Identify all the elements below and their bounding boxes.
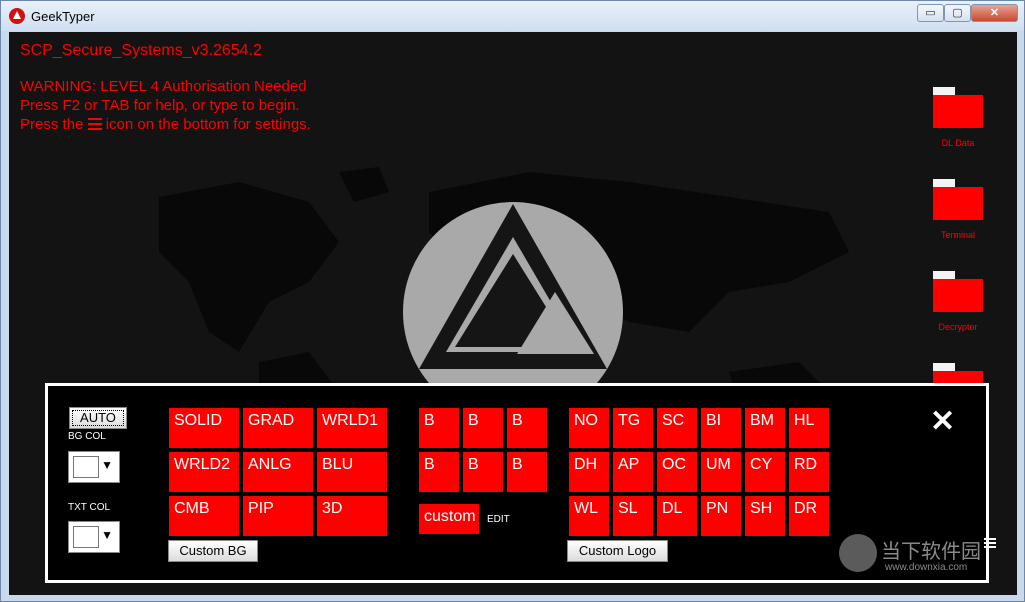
watermark-text: 当下软件园 <box>881 541 981 563</box>
custom-button[interactable]: custom <box>419 504 479 534</box>
bg-col-label: BG COL <box>68 431 106 442</box>
auto-button[interactable]: AUTO <box>69 407 127 429</box>
logo-hl-button[interactable]: HL <box>789 408 829 448</box>
bg-pip-button[interactable]: PIP <box>243 496 313 536</box>
logo-no-button[interactable]: NO <box>569 408 609 448</box>
bg-color-swatch <box>73 456 99 478</box>
settings-menu-icon[interactable] <box>984 538 996 548</box>
bg-cmb-button[interactable]: CMB <box>169 496 239 536</box>
maximize-button[interactable]: ▢ <box>944 4 971 22</box>
bg-wrld2-button[interactable]: WRLD2 <box>169 452 239 492</box>
folder-icon <box>933 363 955 371</box>
folder-body <box>933 279 983 312</box>
logo-ap-button[interactable]: AP <box>613 452 653 492</box>
logo-sl-button[interactable]: SL <box>613 496 653 536</box>
b-button-5[interactable]: B <box>463 452 503 492</box>
app-window: GeekTyper ▭ ▢ ✕ SCP_Secure_Systems_v3.26… <box>0 0 1025 602</box>
logo-dh-button[interactable]: DH <box>569 452 609 492</box>
text-color-swatch <box>73 526 99 548</box>
close-panel-icon[interactable]: ✕ <box>930 404 955 439</box>
bg-anlg-button[interactable]: ANLG <box>243 452 313 492</box>
logo-tg-button[interactable]: TG <box>613 408 653 448</box>
watermark-url: www.downxia.com <box>885 562 968 573</box>
b-button-1[interactable]: B <box>419 408 459 448</box>
warning-line-1: WARNING: LEVEL 4 Authorisation Needed <box>20 78 307 95</box>
app-logo-icon <box>9 8 25 24</box>
folder-dl-data[interactable]: DL Data <box>933 87 983 148</box>
folder-icon <box>933 179 955 187</box>
minimize-button[interactable]: ▭ <box>917 4 944 22</box>
folder-body <box>933 95 983 128</box>
warning-line-3: Press the icon on the bottom for setting… <box>20 116 311 133</box>
warning-line-3-pre: Press the <box>20 116 84 133</box>
menu-icon <box>87 118 102 130</box>
folder-label: Decryptor <box>938 322 978 332</box>
system-title: SCP_Secure_Systems_v3.2654.2 <box>20 42 262 59</box>
folder-decryptor[interactable]: Decryptor <box>933 271 983 332</box>
logo-rd-button[interactable]: RD <box>789 452 829 492</box>
b-button-3[interactable]: B <box>507 408 547 448</box>
watermark-logo-icon <box>839 534 877 572</box>
window-title: GeekTyper <box>31 9 95 24</box>
title-bar[interactable]: GeekTyper ▭ ▢ ✕ <box>1 1 1024 31</box>
custom-logo-button[interactable]: Custom Logo <box>567 540 668 562</box>
logo-dr-button[interactable]: DR <box>789 496 829 536</box>
chevron-down-icon: ▼ <box>101 458 113 472</box>
folder-icon <box>933 271 955 279</box>
txt-col-label: TXT COL <box>68 502 111 513</box>
logo-cy-button[interactable]: CY <box>745 452 785 492</box>
logo-dl-button[interactable]: DL <box>657 496 697 536</box>
warning-line-2: Press F2 or TAB for help, or type to beg… <box>20 97 300 114</box>
custom-bg-button[interactable]: Custom BG <box>168 540 258 562</box>
folder-icon <box>933 87 955 95</box>
folder-label: DL Data <box>941 138 975 148</box>
typer-screen[interactable]: SCP_Secure_Systems_v3.2654.2 WARNING: LE… <box>9 32 1017 595</box>
logo-um-button[interactable]: UM <box>701 452 741 492</box>
chevron-down-icon: ▼ <box>101 528 113 542</box>
b-button-6[interactable]: B <box>507 452 547 492</box>
text-color-picker[interactable]: ▼ <box>68 521 120 553</box>
folder-terminal[interactable]: Terminal <box>933 179 983 240</box>
edit-link[interactable]: EDIT <box>487 514 510 525</box>
b-button-2[interactable]: B <box>463 408 503 448</box>
logo-oc-button[interactable]: OC <box>657 452 697 492</box>
close-window-button[interactable]: ✕ <box>971 4 1018 22</box>
b-button-4[interactable]: B <box>419 452 459 492</box>
logo-bi-button[interactable]: BI <box>701 408 741 448</box>
logo-bm-button[interactable]: BM <box>745 408 785 448</box>
logo-sh-button[interactable]: SH <box>745 496 785 536</box>
bg-3d-button[interactable]: 3D <box>317 496 387 536</box>
logo-pn-button[interactable]: PN <box>701 496 741 536</box>
bg-color-picker[interactable]: ▼ <box>68 451 120 483</box>
folder-body <box>933 187 983 220</box>
warning-line-3-post: icon on the bottom for settings. <box>105 116 311 133</box>
bg-solid-button[interactable]: SOLID <box>169 408 239 448</box>
logo-sc-button[interactable]: SC <box>657 408 697 448</box>
logo-wl-button[interactable]: WL <box>569 496 609 536</box>
folder-label: Terminal <box>940 230 975 240</box>
bg-blu-button[interactable]: BLU <box>317 452 387 492</box>
bg-grad-button[interactable]: GRAD <box>243 408 313 448</box>
bg-wrld1-button[interactable]: WRLD1 <box>317 408 387 448</box>
